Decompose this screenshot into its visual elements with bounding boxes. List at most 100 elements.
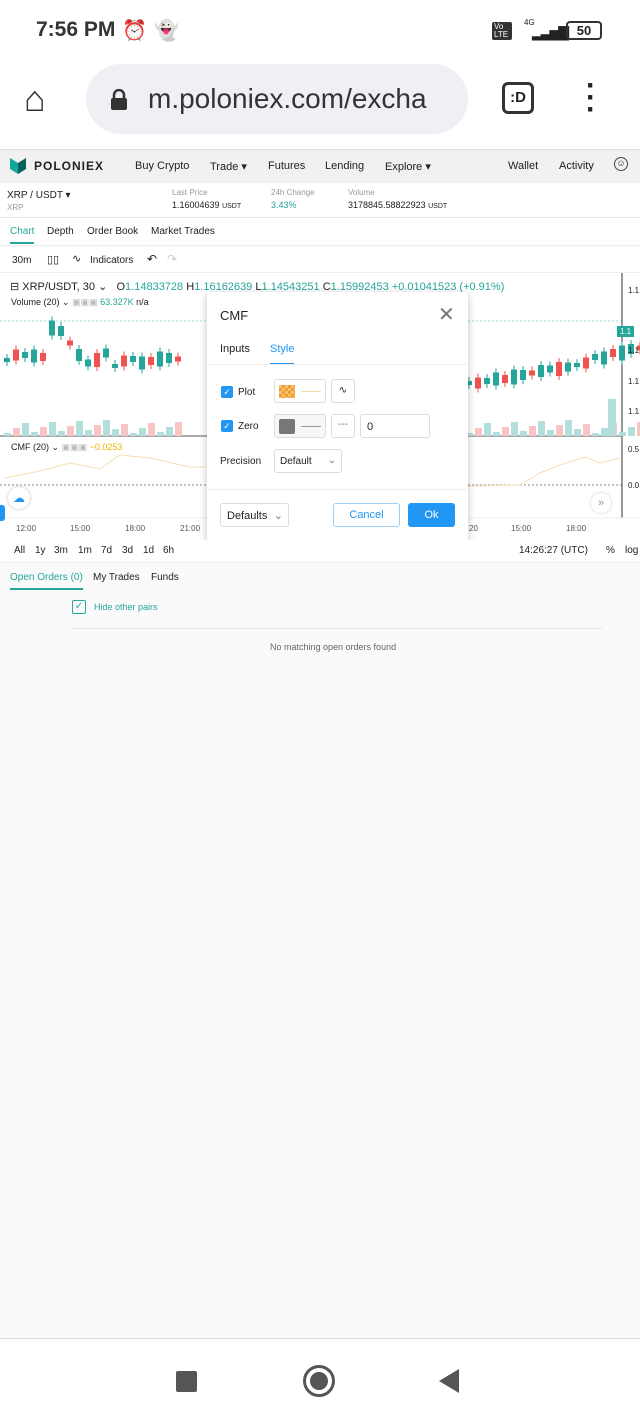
indicators-icon[interactable]: ∿: [72, 252, 81, 265]
interval-button[interactable]: 30m: [12, 255, 31, 266]
tab-market-trades[interactable]: Market Trades: [151, 226, 215, 237]
change-label: 24h Change: [271, 188, 315, 197]
ok-button[interactable]: Ok: [408, 503, 455, 527]
tab-switcher-button[interactable]: :D: [502, 82, 534, 114]
back-icon[interactable]: [439, 1369, 459, 1393]
volume-bar: [484, 423, 491, 436]
tab-my-trades[interactable]: My Trades: [93, 572, 140, 583]
log-toggle[interactable]: log: [625, 545, 638, 556]
precision-value: Default: [280, 456, 312, 467]
undo-icon[interactable]: ↶: [147, 252, 157, 266]
pair-selector[interactable]: XRP / USDT ▾: [7, 190, 71, 201]
volume-bar: [608, 399, 616, 436]
y-tick: 1.1: [628, 286, 640, 295]
dialog-title: CMF: [220, 308, 249, 323]
candle: [166, 353, 172, 363]
volume-bar: [67, 426, 74, 436]
tab-chart[interactable]: Chart: [10, 226, 35, 244]
close-icon[interactable]: ✕: [438, 302, 455, 327]
range-1d[interactable]: 1d: [143, 545, 154, 556]
unit: USDT: [222, 203, 242, 210]
indicators-button[interactable]: Indicators: [90, 255, 133, 266]
home-button-icon[interactable]: [303, 1365, 335, 1397]
url-field[interactable]: m.poloniex.com/excha: [86, 64, 468, 134]
url-text: m.poloniex.com/excha: [148, 83, 427, 114]
plot-type-icon[interactable]: ∿: [331, 379, 355, 403]
tradingview-logo-icon[interactable]: ☁: [8, 487, 30, 509]
candle: [85, 359, 91, 367]
candle: [22, 352, 28, 358]
menu-icon[interactable]: · · ·: [586, 71, 596, 125]
range-all[interactable]: All: [14, 545, 25, 556]
tab-style[interactable]: Style: [270, 343, 295, 365]
nav-activity[interactable]: Activity: [559, 160, 594, 172]
nav-futures[interactable]: Futures: [268, 160, 305, 172]
range-3d[interactable]: 3d: [122, 545, 133, 556]
open-value: 1.14833728: [125, 281, 184, 293]
redo-icon[interactable]: ↷: [167, 252, 177, 266]
range-3m[interactable]: 3m: [54, 545, 68, 556]
range-7d[interactable]: 7d: [101, 545, 112, 556]
volume-label[interactable]: Volume (20) ⌄: [11, 297, 70, 307]
percent-toggle[interactable]: %: [606, 545, 615, 556]
divider: [207, 364, 468, 365]
tab-inputs[interactable]: Inputs: [220, 343, 250, 355]
zero-value-input[interactable]: 0: [360, 414, 430, 438]
volume-bar: [103, 420, 110, 436]
nav-lending[interactable]: Lending: [325, 160, 364, 172]
home-icon[interactable]: ⌂: [24, 78, 46, 120]
candle: [58, 326, 64, 336]
candle: [592, 354, 598, 360]
tab-funds[interactable]: Funds: [151, 572, 179, 583]
precision-select[interactable]: Default ⌄: [274, 449, 342, 473]
range-6h[interactable]: 6h: [163, 545, 174, 556]
tab-order-book[interactable]: Order Book: [87, 226, 138, 237]
collapse-icon[interactable]: ⊟: [10, 281, 19, 293]
utc-clock[interactable]: 14:26:27 (UTC): [519, 545, 588, 556]
volume-bar: [583, 424, 590, 436]
y-tick: 1.1: [628, 377, 640, 386]
nav-wallet[interactable]: Wallet: [508, 160, 538, 172]
range-1m[interactable]: 1m: [78, 545, 92, 556]
volume-bar: [112, 429, 119, 436]
scroll-right-icon[interactable]: »: [591, 493, 611, 513]
volume-bar: [85, 430, 92, 436]
h-label: H: [186, 281, 195, 293]
defaults-dropdown[interactable]: Defaults ⌄: [220, 503, 289, 527]
volume-bar: [13, 428, 20, 436]
candle: [139, 356, 145, 370]
volume-bar: [529, 426, 536, 436]
empty-message: No matching open orders found: [270, 642, 397, 652]
candle: [475, 377, 481, 389]
cancel-button[interactable]: Cancel: [333, 503, 400, 527]
hide-pairs-label[interactable]: Hide other pairs: [94, 602, 158, 612]
range-1y[interactable]: 1y: [35, 545, 46, 556]
divider: [72, 628, 602, 629]
side-handle[interactable]: [0, 505, 5, 521]
candle: [610, 349, 616, 357]
zero-checkbox[interactable]: ✓: [221, 420, 233, 432]
candle: [130, 356, 136, 362]
symbol[interactable]: XRP/USDT, 30 ⌄: [22, 281, 107, 293]
line-style-icon[interactable]: ---: [331, 414, 355, 438]
cmf-label[interactable]: CMF (20) ⌄: [11, 442, 59, 452]
nav-trade[interactable]: Trade ▾: [210, 160, 247, 173]
candle: [538, 365, 544, 377]
volume: 3178845.58822923 USDT: [348, 200, 447, 210]
hide-pairs-checkbox[interactable]: ✓: [72, 600, 86, 614]
plot-color-picker[interactable]: [274, 379, 326, 403]
tab-open-orders[interactable]: Open Orders (0): [10, 572, 83, 590]
zero-color-picker[interactable]: [274, 414, 326, 438]
volume-bar: [592, 433, 599, 436]
nav-explore[interactable]: Explore ▾: [385, 160, 431, 173]
candle: [556, 362, 562, 376]
nav-buy-crypto[interactable]: Buy Crypto: [135, 160, 189, 172]
account-icon[interactable]: ☺: [614, 157, 628, 171]
candle-type-icon[interactable]: ▯▯: [47, 253, 59, 266]
recents-icon[interactable]: [176, 1371, 197, 1392]
tab-depth[interactable]: Depth: [47, 226, 74, 237]
volume-bar: [4, 433, 11, 436]
x-tick: 18:00: [566, 524, 587, 533]
volume-bar: [475, 428, 482, 436]
plot-checkbox[interactable]: ✓: [221, 386, 233, 398]
